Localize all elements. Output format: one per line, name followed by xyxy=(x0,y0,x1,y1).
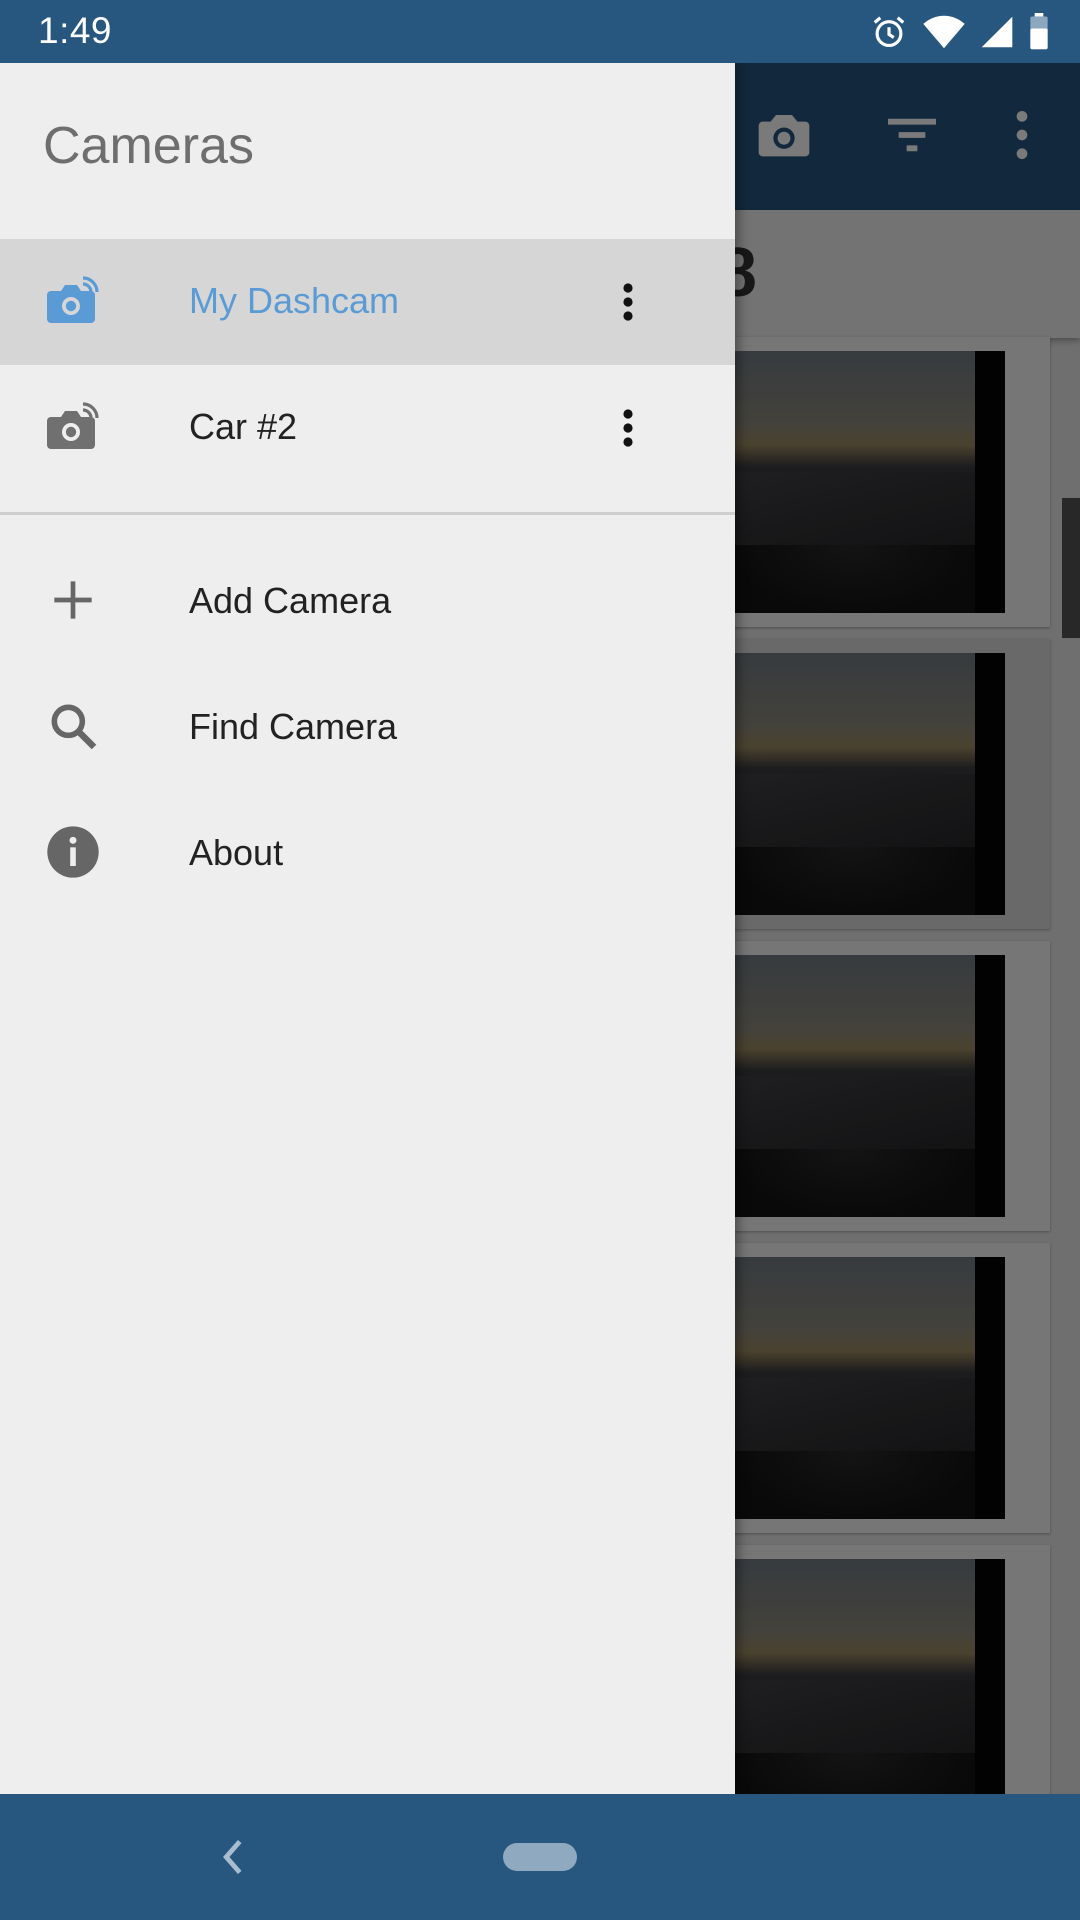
info-icon xyxy=(47,826,99,878)
drawer-title: Cameras xyxy=(43,117,254,175)
camera-item-label: Car #2 xyxy=(189,406,298,447)
search-icon xyxy=(51,704,97,750)
plus-icon xyxy=(54,581,92,619)
more-vert-icon[interactable] xyxy=(604,403,652,453)
back-chevron-icon[interactable] xyxy=(212,1830,252,1884)
camera-item-my-dashcam[interactable]: My Dashcam xyxy=(0,239,735,365)
menu-item-about[interactable]: About xyxy=(0,792,735,912)
drawer-divider xyxy=(0,512,735,515)
wireless-camera-icon xyxy=(47,402,99,449)
menu-item-find-camera[interactable]: Find Camera xyxy=(0,666,735,786)
status-time: 1:49 xyxy=(38,10,113,51)
status-bar: 1:49 xyxy=(0,0,1080,63)
wireless-camera-icon xyxy=(47,276,99,323)
alarm-icon xyxy=(873,16,905,48)
menu-item-label: Add Camera xyxy=(189,580,392,621)
home-pill[interactable] xyxy=(503,1843,577,1871)
status-icons xyxy=(870,12,1050,52)
wifi-icon xyxy=(923,15,965,49)
cell-signal-icon xyxy=(981,16,1013,48)
menu-item-label: About xyxy=(189,832,284,873)
camera-item-car-2[interactable]: Car #2 xyxy=(0,365,735,491)
more-vert-icon[interactable] xyxy=(604,277,652,327)
menu-item-label: Find Camera xyxy=(189,706,398,747)
system-nav-bar xyxy=(0,1794,1080,1920)
camera-item-label: My Dashcam xyxy=(189,280,400,321)
battery-icon xyxy=(1030,13,1048,50)
navigation-drawer: Cameras My Dashcam Car #2 Add Camera Fin… xyxy=(0,63,735,1794)
menu-item-add-camera[interactable]: Add Camera xyxy=(0,540,735,660)
